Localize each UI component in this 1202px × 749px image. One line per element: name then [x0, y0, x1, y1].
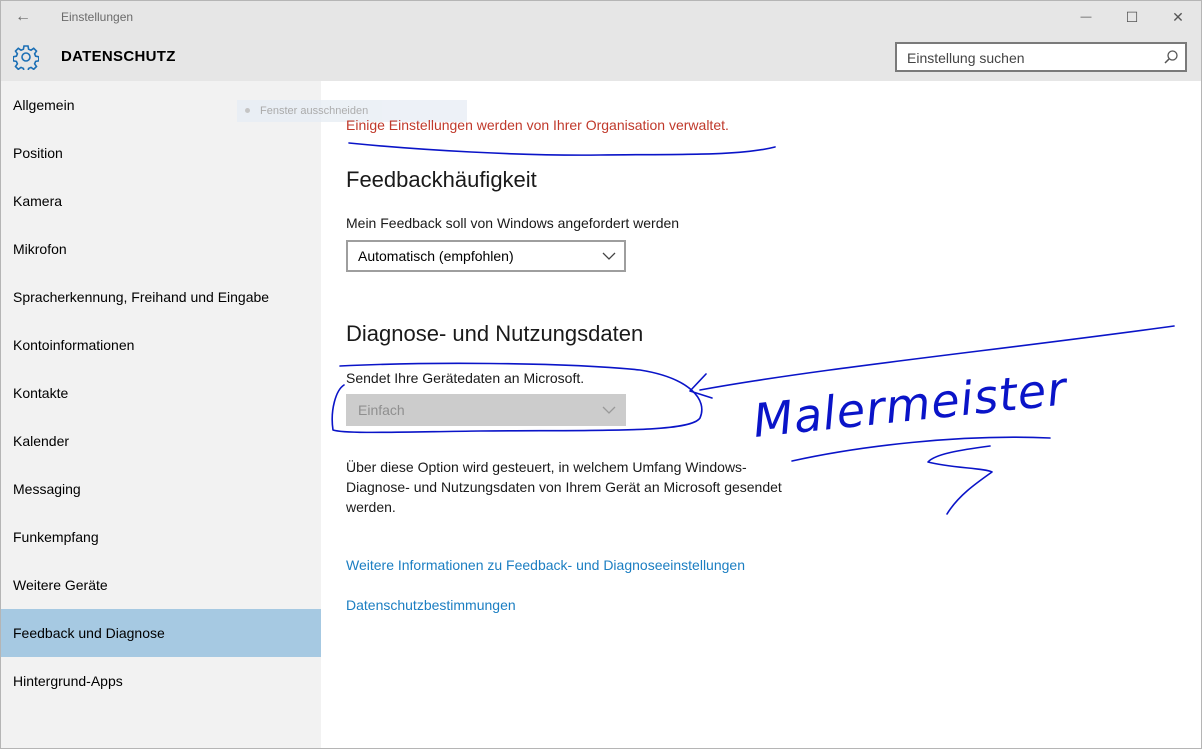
sidebar-item-kalender[interactable]: Kalender	[1, 417, 321, 465]
back-button[interactable]: ←	[1, 1, 45, 33]
sidebar-item-kontakte[interactable]: Kontakte	[1, 369, 321, 417]
chevron-down-icon	[602, 252, 616, 260]
feedback-frequency-select[interactable]: Automatisch (empfohlen)	[346, 240, 626, 272]
gear-icon	[13, 45, 39, 70]
sidebar-item-weitere-geraete[interactable]: Weitere Geräte	[1, 561, 321, 609]
sidebar-item-messaging[interactable]: Messaging	[1, 465, 321, 513]
sidebar-item-feedback-diagnose[interactable]: Feedback und Diagnose	[1, 609, 321, 657]
diagnostics-level-select: Einfach	[346, 394, 626, 426]
chevron-down-icon	[602, 406, 616, 414]
page-title: DATENSCHUTZ	[61, 48, 176, 65]
diagnostics-heading: Diagnose- und Nutzungsdaten	[346, 321, 644, 346]
close-button[interactable]: ✕	[1155, 1, 1201, 33]
page-header: DATENSCHUTZ	[1, 33, 1201, 81]
search-input[interactable]	[897, 44, 1169, 72]
close-icon: ✕	[1172, 8, 1184, 25]
diagnostics-label: Sendet Ihre Gerätedaten an Microsoft.	[346, 370, 585, 386]
feedback-heading: Feedbackhäufigkeit	[346, 167, 537, 192]
sidebar-item-position[interactable]: Position	[1, 129, 321, 177]
minimize-icon: —	[1080, 11, 1092, 23]
window-controls: — ☐ ✕	[1063, 1, 1201, 33]
sidebar-item-kontoinformationen[interactable]: Kontoinformationen	[1, 321, 321, 369]
search-box[interactable]	[895, 42, 1187, 72]
feedback-label: Mein Feedback soll von Windows angeforde…	[346, 215, 680, 231]
settings-window: ← Einstellungen — ☐ ✕ DATENSCHUTZ Einste…	[0, 0, 1202, 749]
maximize-icon: ☐	[1125, 8, 1139, 25]
minimize-button[interactable]: —	[1063, 1, 1109, 33]
sidebar-item-funkempfang[interactable]: Funkempfang	[1, 513, 321, 561]
feedback-frequency-value: Automatisch (empfohlen)	[358, 248, 514, 264]
feedback-info-link[interactable]: Weitere Informationen zu Feedback- und D…	[346, 557, 745, 573]
title-bar: ← Einstellungen — ☐ ✕	[1, 1, 1201, 33]
sidebar-nav: Allgemein Position Kamera Mikrofon Sprac…	[1, 81, 321, 748]
window-title: Einstellungen	[61, 10, 134, 24]
org-managed-note: Einige Einstellungen werden von Ihrer Or…	[346, 117, 729, 133]
sidebar-item-mikrofon[interactable]: Mikrofon	[1, 225, 321, 273]
tooltip-dot-icon	[245, 108, 250, 113]
main-content: Einige Einstellungen werden von Ihrer Or…	[346, 81, 1186, 748]
sidebar-item-kamera[interactable]: Kamera	[1, 177, 321, 225]
back-arrow-icon: ←	[15, 8, 31, 25]
diagnostics-description: Über diese Option wird gesteuert, in wel…	[346, 459, 782, 515]
sidebar-item-spracherkennung[interactable]: Spracherkennung, Freihand und Eingabe	[1, 273, 321, 321]
diagnostics-level-value: Einfach	[358, 402, 405, 418]
privacy-statement-link[interactable]: Datenschutzbestimmungen	[346, 597, 516, 613]
search-icon[interactable]	[1163, 49, 1179, 65]
maximize-button[interactable]: ☐	[1109, 1, 1155, 33]
sidebar-item-hintergrund-apps[interactable]: Hintergrund-Apps	[1, 657, 321, 705]
